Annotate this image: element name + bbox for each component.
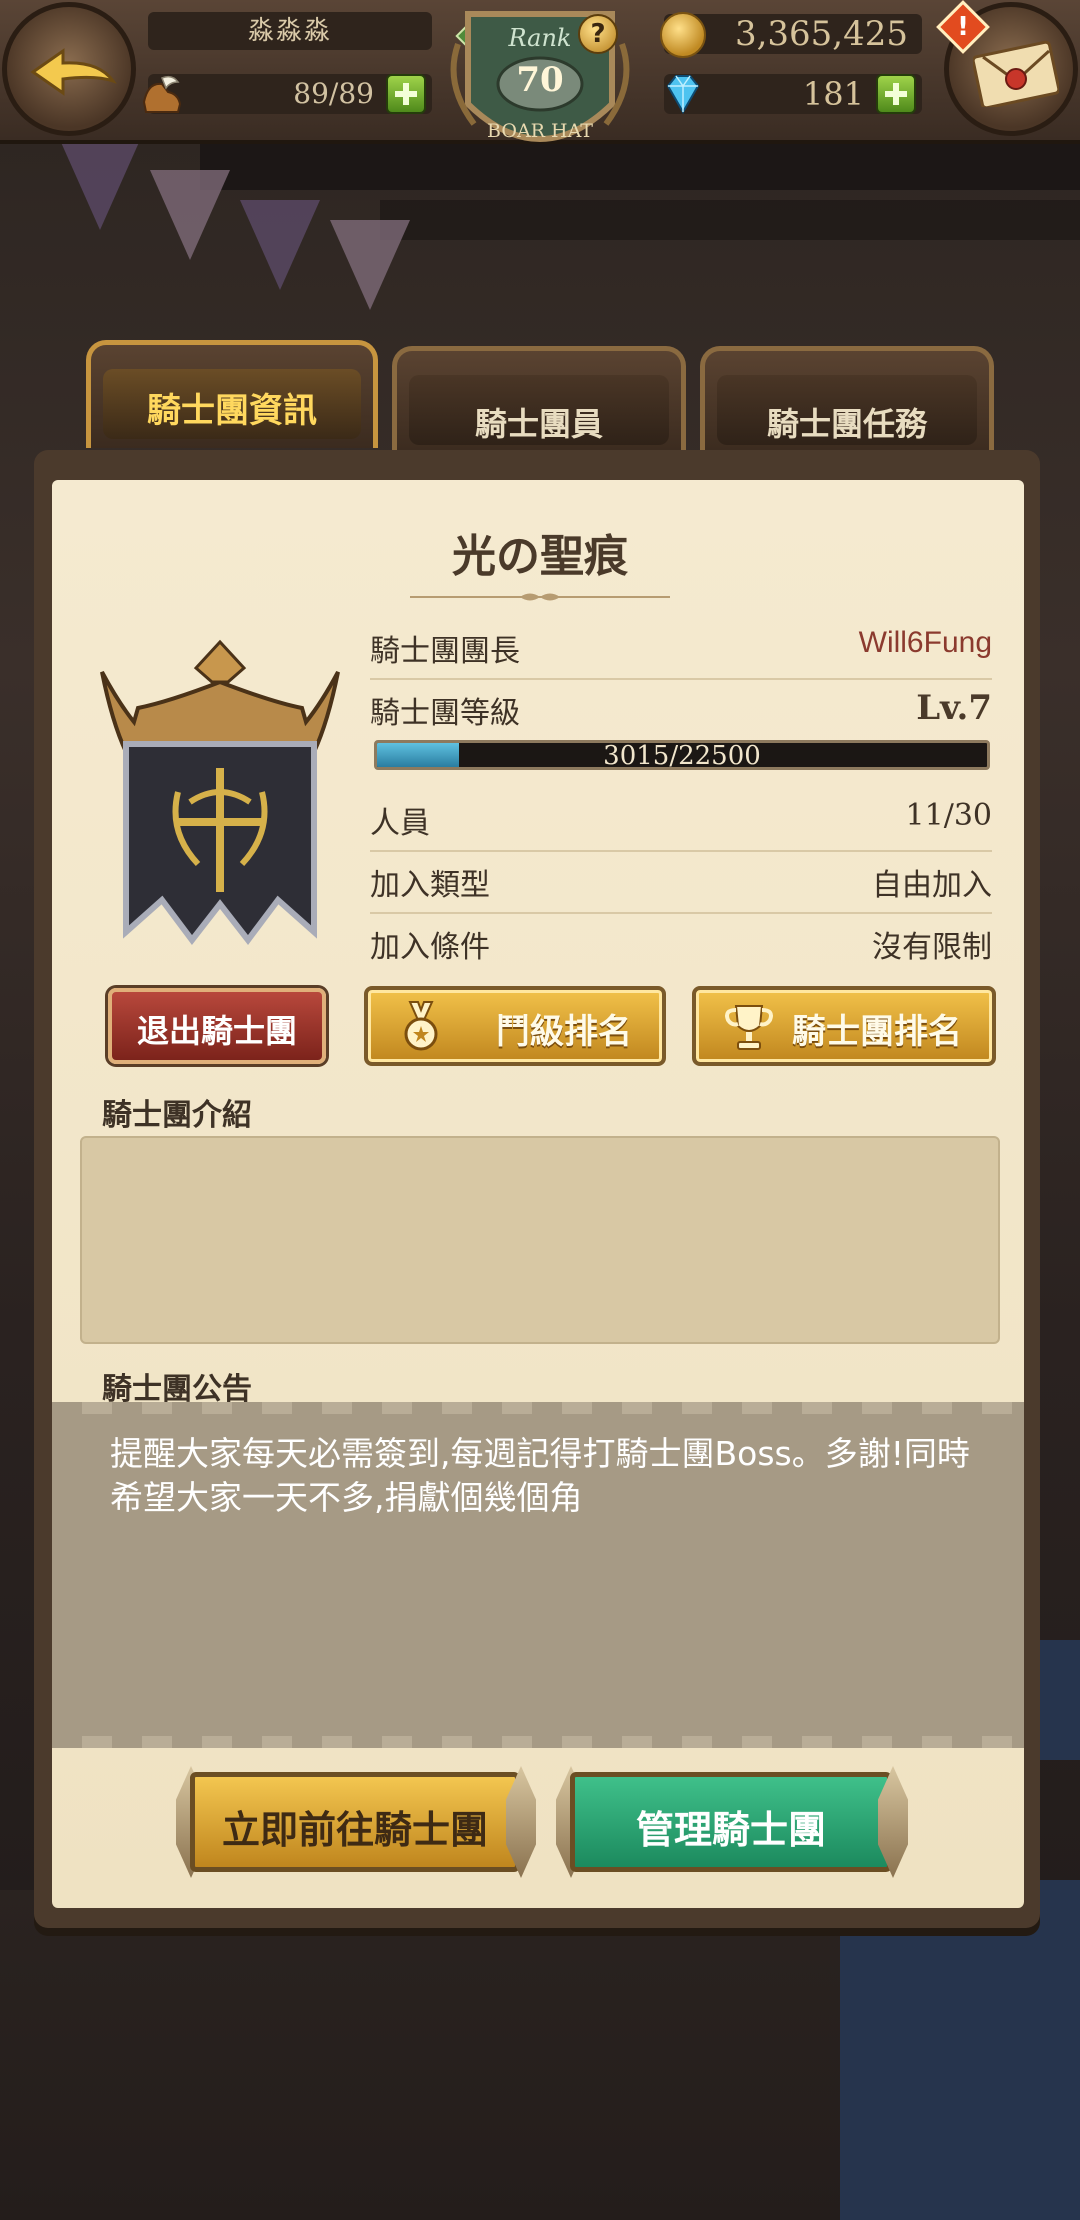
banner-flag (150, 170, 230, 260)
guild-ranking-label: 騎士團排名 (792, 1012, 962, 1052)
player-name: 淼淼淼 (148, 12, 432, 50)
rank-title: BOAR HAT (487, 120, 593, 142)
tab-guild-info[interactable]: 騎士團資訊 (86, 340, 378, 448)
guild-emblem-icon (100, 639, 340, 945)
leader-row: 騎士團團長 Will6Fung (370, 622, 992, 680)
gold-value: 3,365,425 (734, 14, 908, 54)
join-type-value: 自由加入 (872, 868, 992, 903)
intro-box (80, 1136, 1000, 1344)
level-label: 騎士團等級 (370, 696, 520, 731)
join-type-label: 加入類型 (370, 868, 490, 903)
leave-guild-button[interactable]: 退出騎士團 (108, 988, 326, 1064)
rank-value: 70 (516, 60, 564, 100)
leave-guild-label: 退出騎士團 (136, 1012, 297, 1050)
leader-label: 騎士團團長 (370, 634, 520, 669)
join-cond-row: 加入條件 沒有限制 (370, 918, 992, 974)
level-value: Lv.7 (916, 688, 992, 728)
back-button[interactable] (2, 2, 136, 136)
guild-name: 光の聖痕 (452, 531, 628, 582)
gem-value: 181 (802, 75, 864, 113)
intro-heading: 騎士團介紹 (102, 1098, 252, 1133)
tab-guild-missions[interactable]: 騎士團任務 (700, 346, 994, 454)
tier-ranking-label: 鬥級排名 (496, 1012, 632, 1052)
title-flourish (410, 593, 670, 601)
guild-ranking-button[interactable]: 騎士團排名 (692, 986, 996, 1066)
tab-guild-members[interactable]: 騎士團員 (392, 346, 686, 454)
go-to-guild-button[interactable]: 立即前往騎士團 (190, 1772, 520, 1872)
join-type-row: 加入類型 自由加入 (370, 856, 992, 914)
tab-label: 騎士團員 (474, 405, 603, 443)
banner-flag (60, 140, 140, 230)
stamina-plate: 89/89 (148, 74, 432, 114)
gem-icon (666, 75, 700, 115)
tab-label: 騎士團任務 (766, 405, 927, 443)
tier-ranking-button[interactable]: 鬥級排名 (364, 986, 666, 1066)
alert-label: ! (957, 12, 969, 42)
go-to-guild-label: 立即前往騎士團 (221, 1808, 488, 1852)
boot-icon (142, 75, 182, 113)
xp-bar: 3015/22500 (374, 740, 990, 770)
banner-flag (330, 220, 410, 310)
join-cond-value: 沒有限制 (872, 930, 992, 965)
trophy-icon (725, 1005, 773, 1050)
members-value: 11/30 (905, 798, 992, 833)
manage-guild-label: 管理騎士團 (635, 1808, 826, 1852)
join-cond-label: 加入條件 (370, 930, 490, 965)
plus-icon[interactable] (876, 74, 916, 114)
xp-text: 3015/22500 (603, 741, 761, 770)
floor-tile (840, 1880, 1080, 2220)
banner-flag (240, 200, 320, 290)
medal-icon (404, 1001, 438, 1051)
help-icon[interactable]: ? (578, 14, 618, 54)
back-arrow-icon (30, 48, 117, 96)
tab-label: 騎士團資訊 (147, 391, 317, 431)
manage-guild-button[interactable]: 管理騎士團 (570, 1772, 892, 1872)
members-row: 人員 11/30 (370, 794, 992, 852)
stamina-value: 89/89 (293, 77, 374, 110)
mail-icon (973, 40, 1059, 107)
level-row: 騎士團等級 Lv.7 (370, 684, 992, 740)
plus-icon[interactable] (386, 74, 426, 114)
members-label: 人員 (370, 806, 430, 841)
coin-icon (660, 12, 706, 58)
notice-text: 提醒大家每天必需簽到,每週記得打騎士團Boss。多謝!同時希望大家一天不多,捐獻… (110, 1434, 970, 1517)
leader-value[interactable]: Will6Fung (859, 626, 992, 660)
ceiling-beam (380, 200, 1080, 240)
